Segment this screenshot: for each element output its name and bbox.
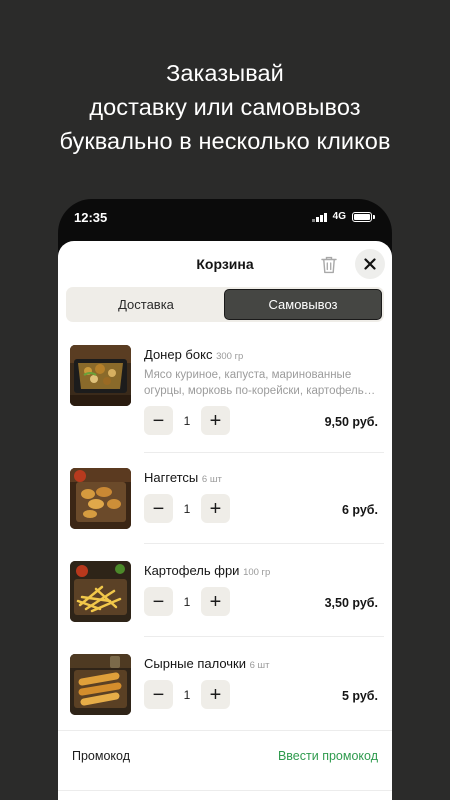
network-type: 4G [332,211,346,222]
item-size: 300 гр [216,351,244,362]
headline-line-3: буквально в несколько кликов [59,128,391,154]
item-title: Наггетсы 6 шт [144,470,222,485]
quantity-value: 1 [183,501,191,516]
item-name: Донер бокс [144,347,213,362]
headline-line-2: доставку или самовывоз [89,94,361,120]
fries-photo [70,561,131,622]
divider [58,790,392,791]
increase-button[interactable]: + [201,587,230,616]
item-price: 3,50 руб. [324,596,378,610]
enter-promo-link[interactable]: Ввести промокод [278,749,378,763]
increase-button[interactable]: + [201,680,230,709]
quantity-stepper: − 1 + [144,406,230,435]
item-name: Наггетсы [144,470,199,485]
cart-sheet: Корзина Доставка Самовывоз Донер бокс 30… [58,241,392,800]
close-button[interactable] [355,249,385,279]
divider [144,636,384,637]
cart-item: Картофель фри 100 гр − 1 + 3,50 руб. [58,561,392,654]
item-price: 9,50 руб. [324,415,378,429]
increase-button[interactable]: + [201,406,230,435]
cheese-sticks-photo [70,654,131,715]
quantity-stepper: − 1 + [144,494,230,523]
item-title: Сырные палочки 6 шт [144,656,270,671]
item-title: Донер бокс 300 гр [144,347,243,362]
decrease-button[interactable]: − [144,406,173,435]
item-description: Мясо куриное, капуста, маринованные огур… [144,369,376,397]
divider [58,730,392,731]
item-price: 5 руб. [341,689,378,703]
item-price: 6 руб. [341,503,378,517]
item-title: Картофель фри 100 гр [144,563,270,578]
cart-item: Донер бокс 300 гр Мясо куриное, капуста,… [58,345,392,457]
quantity-value: 1 [183,687,191,702]
cart-item: Сырные палочки 6 шт − 1 + 5 руб. [58,654,392,747]
item-name: Картофель фри [144,563,240,578]
cart-item: Наггетсы 6 шт − 1 + 6 руб. [58,468,392,561]
quantity-value: 1 [183,413,191,428]
status-bar: 12:35 4G [58,199,392,237]
nuggets-photo [70,468,131,529]
status-time: 12:35 [74,210,108,225]
trash-icon[interactable] [321,256,337,274]
signal-icon [312,212,327,222]
decrease-button[interactable]: − [144,587,173,616]
quantity-stepper: − 1 + [144,587,230,616]
item-size: 100 гр [243,567,271,578]
increase-button[interactable]: + [201,494,230,523]
tab-delivery[interactable]: Доставка [68,289,224,320]
decrease-button[interactable]: − [144,680,173,709]
tab-pickup[interactable]: Самовывоз [224,289,382,320]
cart-header: Корзина [58,241,392,287]
item-size: 6 шт [249,660,270,671]
battery-icon [352,211,375,222]
delivery-mode-tabs: Доставка Самовывоз [66,287,384,322]
promo-label: Промокод [72,749,131,763]
headline-line-1: Заказывай [166,60,284,86]
quantity-stepper: − 1 + [144,680,230,709]
item-size: 6 шт [201,474,222,485]
quantity-value: 1 [183,594,191,609]
cart-title: Корзина [196,256,254,272]
promo-headline: Заказывай доставку или самовывоз букваль… [0,56,450,158]
item-name: Сырные палочки [144,656,246,671]
close-icon [364,258,376,270]
decrease-button[interactable]: − [144,494,173,523]
doner-box-photo [70,345,131,406]
divider [144,452,384,453]
divider [144,543,384,544]
status-icons: 4G [312,211,375,222]
